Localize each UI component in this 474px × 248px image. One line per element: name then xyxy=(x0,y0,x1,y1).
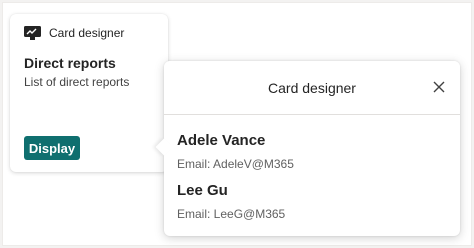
person-name: Lee Gu xyxy=(177,182,228,199)
close-icon[interactable] xyxy=(432,80,446,94)
card-app-name: Card designer xyxy=(49,26,125,40)
popup-title: Card designer xyxy=(268,80,356,96)
card-title: Direct reports xyxy=(24,55,116,71)
display-button[interactable]: Display xyxy=(24,136,80,160)
person-email: Email: AdeleV@M365 xyxy=(177,157,294,171)
card-designer-card: Card designer Direct reports List of dir… xyxy=(10,14,168,172)
card-designer-popup: Card designer Adele Vance Email: AdeleV@… xyxy=(155,61,460,236)
person-name: Adele Vance xyxy=(177,132,266,149)
popup-header: Card designer xyxy=(164,61,460,115)
person-email: Email: LeeG@M365 xyxy=(177,207,286,221)
card-subtitle: List of direct reports xyxy=(24,75,130,89)
card-designer-icon xyxy=(24,26,41,40)
person-item: Lee Gu Email: LeeG@M365 xyxy=(177,182,285,221)
card-header: Card designer xyxy=(24,26,124,40)
person-item: Adele Vance Email: AdeleV@M365 xyxy=(177,132,294,171)
